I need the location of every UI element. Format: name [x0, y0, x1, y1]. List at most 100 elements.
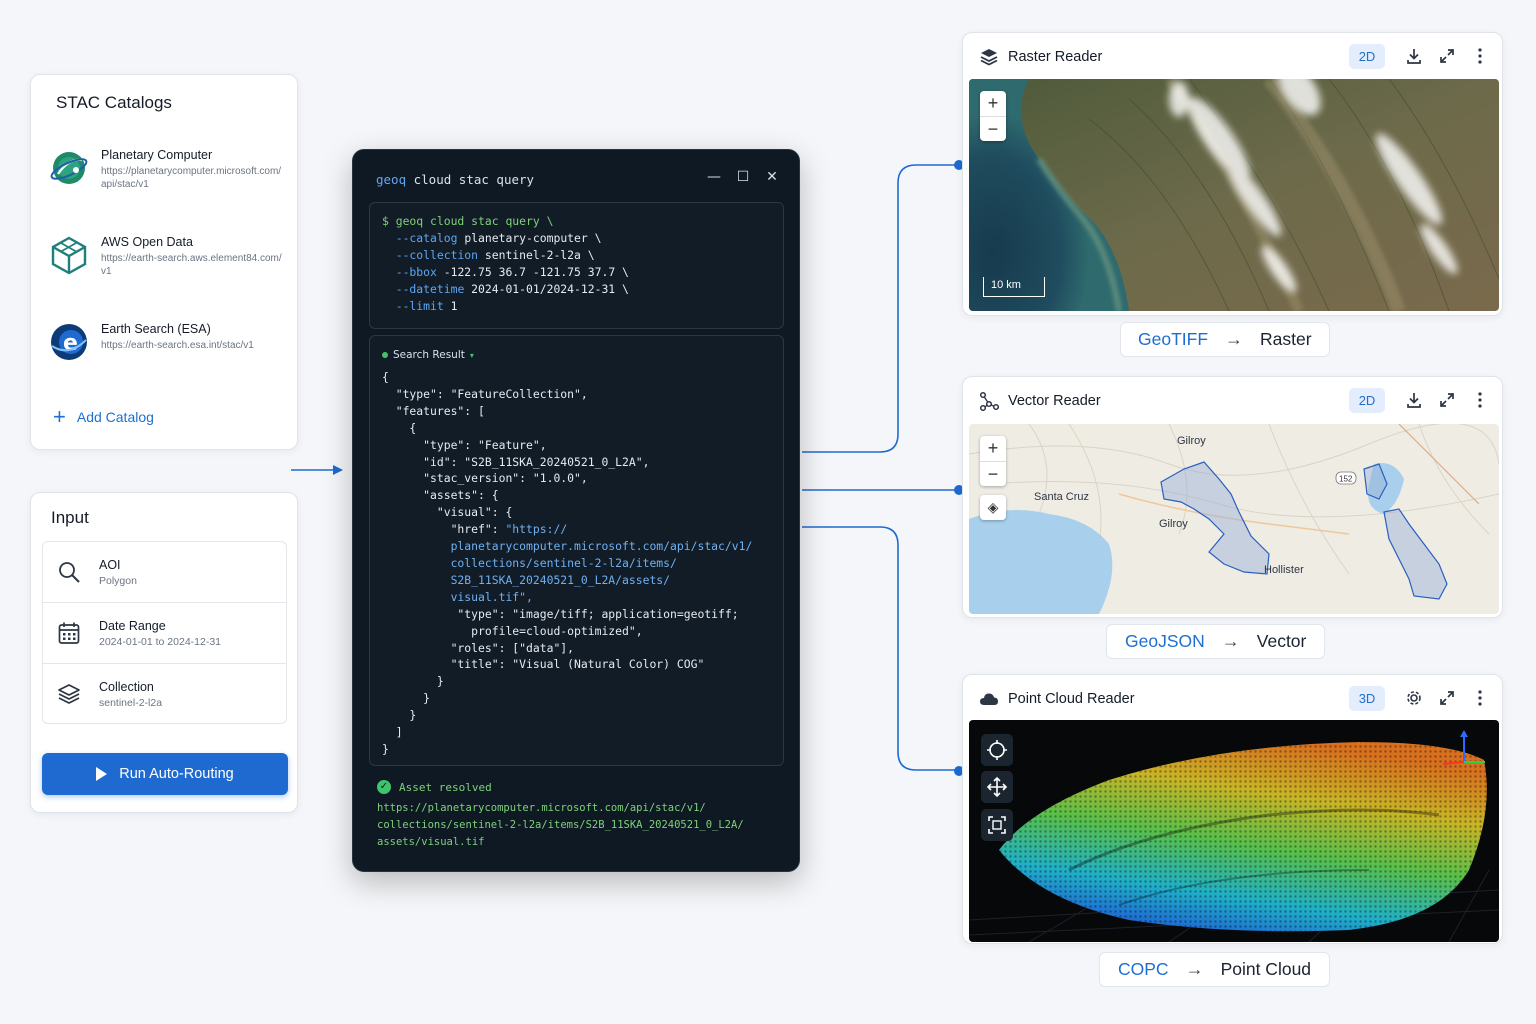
place-label: Hollister	[1264, 564, 1304, 576]
resolved-url[interactable]: https://planetarycomputer.microsoft.com/…	[377, 800, 744, 851]
point-cloud-reader-panel: Point Cloud Reader 3D	[962, 674, 1503, 944]
kind-label: Raster	[1260, 329, 1312, 349]
view-mode-toggle[interactable]: 3D	[1349, 686, 1385, 711]
format-label: GeoTIFF	[1138, 329, 1209, 349]
format-label: COPC	[1118, 959, 1169, 979]
catalog-url: https://planetarycomputer.microsoft.com/…	[101, 166, 282, 190]
vector-nodes-icon	[979, 391, 999, 411]
minimize-icon[interactable]: —	[704, 167, 724, 187]
more-options-icon[interactable]	[1469, 45, 1491, 67]
point-cloud-render	[969, 720, 1499, 942]
date-range-field[interactable]: Date Range 2024-01-01 to 2024-12-31	[43, 603, 286, 664]
vector-format-chip: GeoJSON → Vector	[1106, 624, 1326, 659]
vector-reader-title: Vector Reader	[1008, 393, 1101, 409]
point-cloud-view[interactable]	[969, 720, 1499, 942]
catalog-item-earth-search-esa[interactable]: e Earth Search (ESA) https://earth-searc…	[49, 322, 294, 382]
catalog-name: Earth Search (ESA)	[101, 322, 211, 336]
search-result-header[interactable]: Search Result ▾	[382, 349, 474, 361]
expand-icon[interactable]	[1436, 45, 1458, 67]
check-icon: ✓	[377, 780, 391, 794]
view-mode-toggle[interactable]: 2D	[1349, 388, 1385, 413]
maximize-icon[interactable]: ☐	[733, 167, 753, 187]
aoi-field[interactable]: AOI Polygon	[43, 542, 286, 603]
settings-gear-icon[interactable]	[1403, 687, 1425, 709]
command-block: $ geoq cloud stac query \ --catalog plan…	[369, 202, 784, 329]
layers-icon	[980, 49, 998, 66]
arrow-right-icon: →	[1221, 631, 1240, 651]
planet-icon	[50, 152, 88, 184]
title-rest: cloud stac query	[406, 172, 535, 187]
more-options-icon[interactable]	[1469, 687, 1491, 709]
zoom-in-button[interactable]: +	[980, 91, 1006, 116]
terminal-window: geoq cloud stac query — ☐ ✕ $ geoq cloud…	[352, 149, 800, 872]
expand-icon[interactable]	[1436, 687, 1458, 709]
field-label: Date Range	[99, 619, 166, 633]
route-label: 152	[1339, 475, 1353, 484]
layers-icon[interactable]: ◈	[980, 495, 1006, 520]
download-icon[interactable]	[1403, 389, 1425, 411]
download-icon[interactable]	[1403, 45, 1425, 67]
run-label: Run Auto-Routing	[119, 766, 234, 782]
arg-value: sentinel-2-l2a \	[484, 247, 595, 262]
zoom-out-button[interactable]: −	[980, 116, 1006, 141]
input-panel: Input AOI Polygon Date Range 2024-01-01 …	[30, 492, 298, 813]
pointcloud-format-chip: COPC → Point Cloud	[1099, 952, 1331, 987]
close-icon[interactable]: ✕	[762, 167, 782, 187]
add-catalog-button[interactable]: + Add Catalog	[53, 404, 154, 429]
view-mode-toggle[interactable]: 2D	[1349, 44, 1385, 69]
arrow-right-icon: →	[1185, 959, 1204, 979]
search-result-label: Search Result	[393, 349, 465, 361]
chevron-down-icon: ▾	[469, 350, 474, 360]
vector-reader-header: Vector Reader 2D	[963, 377, 1502, 423]
zoom-in-button[interactable]: +	[980, 436, 1006, 461]
arg-flag: --datetime	[395, 281, 465, 296]
scale-bar: 10 km	[983, 277, 1045, 297]
stac-catalogs-panel: STAC Catalogs Planetary Computer https:/…	[30, 74, 298, 450]
catalog-item-planetary-computer[interactable]: Planetary Computer https://planetarycomp…	[49, 148, 294, 208]
catalog-name: AWS Open Data	[101, 235, 193, 249]
collection-field[interactable]: Collection sentinel-2-l2a	[43, 664, 286, 725]
cloud-icon	[980, 693, 998, 705]
status-dot	[382, 352, 388, 358]
field-value: 2024-01-01 to 2024-12-31	[99, 636, 222, 648]
arg-flag: --limit	[395, 298, 444, 313]
orbit-tool-icon[interactable]	[981, 734, 1013, 766]
catalog-name: Planetary Computer	[101, 148, 213, 162]
expand-icon[interactable]	[1436, 389, 1458, 411]
result-json: { "type": "FeatureCollection", "features…	[382, 370, 753, 756]
arrow-right-icon: →	[1225, 329, 1244, 349]
zoom-out-button[interactable]: −	[980, 461, 1006, 486]
zoom-controls: + −	[980, 436, 1006, 486]
place-label: Santa Cruz	[1034, 491, 1089, 503]
raster-reader-panel: Raster Reader 2D + − 10 km	[962, 32, 1503, 316]
play-icon	[96, 767, 108, 781]
search-icon	[59, 562, 80, 583]
vector-map-view[interactable]: Gilroy Santa Cruz Gilroy Hollister 152 +…	[969, 424, 1499, 614]
field-label: AOI	[99, 558, 121, 572]
zoom-controls: + −	[980, 91, 1006, 141]
arg-value: 1	[450, 298, 458, 313]
more-options-icon[interactable]	[1469, 389, 1491, 411]
vector-reader-panel: Vector Reader 2D Gilroy Santa Cruz Gilro…	[962, 376, 1503, 618]
point-cloud-reader-header: Point Cloud Reader 3D	[963, 675, 1502, 721]
pan-tool-icon[interactable]	[981, 771, 1013, 803]
run-auto-routing-button[interactable]: Run Auto-Routing	[42, 753, 288, 795]
search-result-block: Search Result ▾ { "type": "FeatureCollect…	[369, 335, 784, 766]
kind-label: Point Cloud	[1220, 959, 1312, 979]
terminal-title: geoq cloud stac query	[376, 172, 534, 187]
scale-label: 10 km	[991, 279, 1021, 291]
raster-map-view[interactable]: + − 10 km	[969, 79, 1499, 311]
svg-text:e: e	[63, 331, 78, 356]
arg-flag: --collection	[395, 247, 479, 262]
catalog-item-aws-open-data[interactable]: AWS Open Data https://earth-search.aws.e…	[49, 235, 294, 295]
resolved-label: Asset resolved	[399, 780, 492, 794]
layers-icon	[58, 684, 80, 704]
arg-flag: --bbox	[395, 264, 437, 279]
plus-icon: +	[53, 404, 66, 429]
fit-view-icon[interactable]	[981, 809, 1013, 841]
place-label: Gilroy	[1159, 518, 1188, 530]
field-value: Polygon	[99, 575, 137, 587]
field-value: sentinel-2-l2a	[99, 697, 163, 709]
input-title: Input	[51, 508, 89, 527]
arg-flag: --catalog	[395, 230, 458, 245]
